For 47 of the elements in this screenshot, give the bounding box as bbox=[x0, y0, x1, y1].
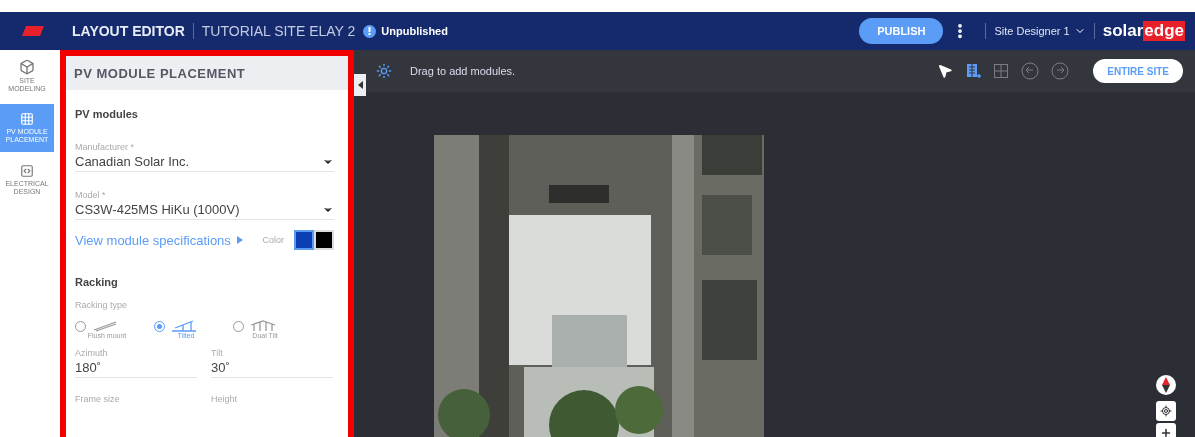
specifications-link[interactable]: View module specifications bbox=[75, 232, 231, 248]
tilted-racking-icon bbox=[171, 320, 197, 332]
zoom-in-button[interactable] bbox=[1156, 423, 1176, 437]
info-icon bbox=[363, 24, 377, 38]
compass-icon[interactable] bbox=[1156, 375, 1176, 395]
add-modules-icon bbox=[965, 63, 982, 79]
manufacturer-select[interactable]: Canadian Solar Inc. bbox=[75, 152, 334, 172]
field-label: Manufacturer * bbox=[75, 142, 136, 152]
entire-site-button[interactable]: ENTIRE SITE bbox=[1093, 59, 1183, 83]
field-label: Azimuth bbox=[75, 348, 109, 358]
undo-icon bbox=[1021, 62, 1040, 80]
logo-icon bbox=[22, 26, 44, 36]
triangle-icon bbox=[236, 236, 243, 244]
panel-icon bbox=[20, 164, 34, 178]
section-heading: Racking bbox=[75, 276, 119, 288]
grid-icon bbox=[20, 112, 34, 126]
brand-logo: solaredge bbox=[1102, 21, 1185, 41]
redo-icon bbox=[1051, 62, 1070, 80]
field-label: Frame size bbox=[75, 394, 121, 404]
color-label: Color bbox=[262, 235, 284, 245]
panel-title: PV MODULE PLACEMENT bbox=[74, 65, 246, 81]
caret-icon bbox=[357, 81, 363, 89]
section-heading: PV modules bbox=[75, 108, 139, 120]
hint-text: Drag to add modules. bbox=[410, 65, 516, 77]
field-label: Model * bbox=[75, 190, 107, 200]
editor-title: LAYOUT EDITOR bbox=[72, 23, 185, 39]
field-label: Racking type bbox=[75, 300, 129, 310]
publish-button[interactable]: PUBLISH bbox=[859, 18, 944, 44]
sun-icon bbox=[376, 63, 392, 79]
field-label: Tilt bbox=[211, 348, 224, 358]
flush-mount-icon bbox=[92, 320, 118, 332]
grid-icon bbox=[993, 63, 1010, 79]
locate-icon bbox=[1160, 405, 1172, 417]
input-field[interactable]: 180˚ bbox=[75, 358, 197, 378]
plus-icon bbox=[1160, 427, 1172, 437]
collapse-button[interactable] bbox=[354, 74, 366, 96]
cube-icon bbox=[19, 59, 35, 75]
pointer-icon bbox=[937, 63, 954, 79]
field-label: Height bbox=[211, 394, 238, 404]
dual-tilt-icon bbox=[250, 320, 276, 332]
model-select[interactable]: CS3W-425MS HiKu (1000V) bbox=[75, 200, 334, 220]
color-swatch[interactable] bbox=[294, 230, 314, 250]
publish-status: Unpublished bbox=[381, 25, 448, 37]
site-name: TUTORIAL SITE ELAY 2 bbox=[201, 23, 356, 39]
locate-button[interactable] bbox=[1156, 401, 1176, 421]
input-field[interactable]: 30˚ bbox=[211, 358, 333, 378]
user-menu[interactable]: Site Designer 1 bbox=[994, 25, 1070, 37]
